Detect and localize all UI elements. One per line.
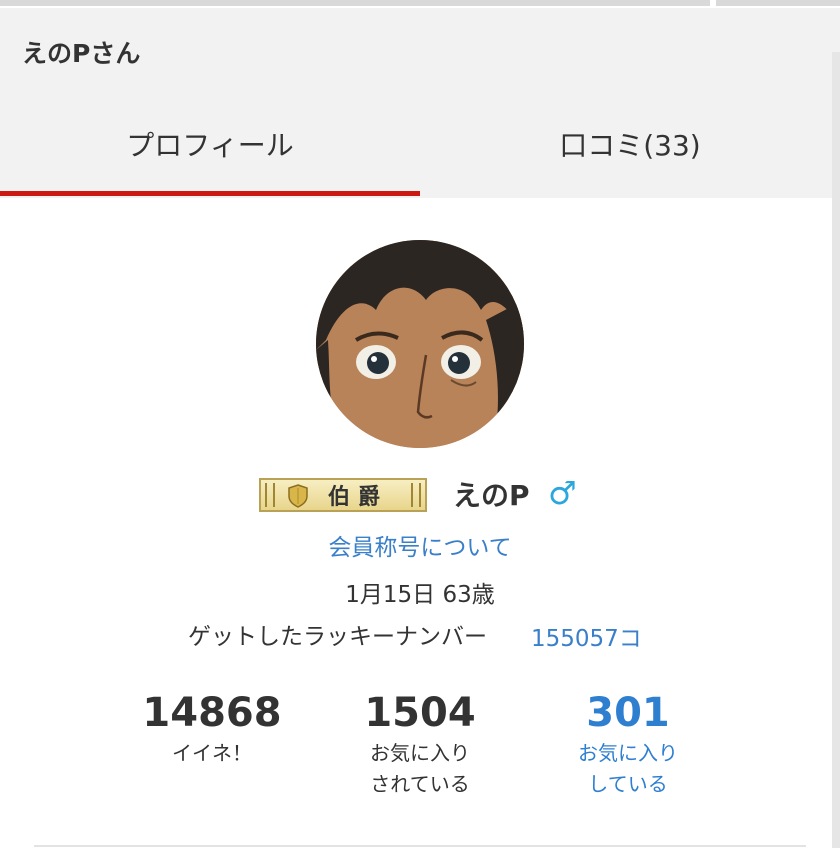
page-title: えのPさん: [22, 39, 141, 68]
tab-reviews[interactable]: 口コミ(33): [420, 90, 840, 198]
member-title-link[interactable]: 会員称号について: [0, 528, 840, 562]
lucky-number-row: ゲットしたラッキーナンバー 155057コ: [0, 617, 840, 653]
stat-favorited-by-label-line1: お気に入り: [370, 741, 470, 765]
male-symbol-icon: ♂: [548, 474, 577, 512]
progress-segment: [716, 0, 840, 6]
name-row: 伯爵 えのP ♂: [0, 474, 840, 514]
shield-icon: [288, 484, 308, 508]
progress-segment: [0, 0, 710, 6]
scrollbar-track: [832, 52, 840, 848]
birthday-age: 1月15日 63歳: [345, 582, 495, 608]
top-progress-bar: [0, 0, 840, 8]
active-tab-indicator: [0, 191, 420, 196]
avatar-illustration: [316, 240, 524, 448]
badge-ornament: [411, 483, 421, 507]
stat-favoriting-label-line1[interactable]: お気に入り: [528, 738, 728, 769]
stat-favoriting-label-line2[interactable]: している: [528, 769, 728, 800]
stat-favoriting[interactable]: 301 お気に入り している: [528, 688, 728, 800]
page-header: えのPさん: [0, 8, 840, 90]
tab-bar: プロフィール 口コミ(33): [0, 90, 840, 198]
stat-favorited-by-count: 1504: [364, 690, 476, 736]
avatar: [316, 240, 524, 448]
user-name: えのP: [453, 479, 530, 512]
lucky-number-link[interactable]: 155057コ: [531, 619, 642, 653]
tab-profile[interactable]: プロフィール: [0, 90, 420, 198]
stat-favorited-by: 1504 お気に入り されている: [320, 688, 520, 800]
divider: [34, 845, 806, 847]
rank-badge: 伯爵: [259, 478, 427, 512]
stat-favoriting-count[interactable]: 301: [528, 688, 728, 738]
rank-title: 伯爵: [327, 485, 388, 510]
lucky-number-label: ゲットしたラッキーナンバー: [188, 624, 487, 650]
stat-likes-label: イイネ！: [172, 741, 252, 765]
stat-likes-count: 14868: [142, 690, 282, 736]
stat-favorited-by-label-line2: されている: [370, 772, 470, 796]
stat-likes: 14868 イイネ！: [112, 688, 312, 769]
badge-ornament: [265, 483, 275, 507]
